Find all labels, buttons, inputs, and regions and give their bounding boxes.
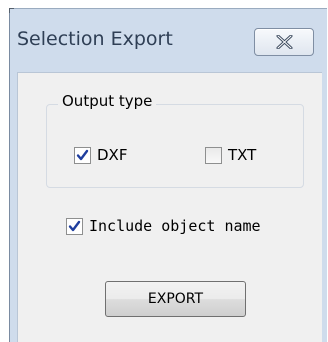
window-title: Selection Export <box>17 28 173 50</box>
dxf-label: DXF <box>97 146 128 164</box>
close-button[interactable] <box>254 28 314 56</box>
dxf-option[interactable]: DXF <box>74 146 127 164</box>
dxf-checkbox[interactable] <box>74 146 91 164</box>
include-object-name-checkbox[interactable] <box>66 217 83 235</box>
window-corner <box>9 8 14 13</box>
txt-option[interactable]: TXT <box>205 146 256 164</box>
txt-label: TXT <box>228 146 257 164</box>
export-button[interactable]: EXPORT <box>105 281 246 317</box>
checkmark-icon <box>76 149 89 160</box>
checkmark-icon <box>68 220 81 231</box>
output-type-label: Output type <box>58 92 157 110</box>
include-object-name-option[interactable]: Include object name <box>66 217 261 235</box>
close-x-icon <box>276 35 293 49</box>
include-object-name-label: Include object name <box>89 217 261 235</box>
txt-checkbox[interactable] <box>205 146 222 164</box>
